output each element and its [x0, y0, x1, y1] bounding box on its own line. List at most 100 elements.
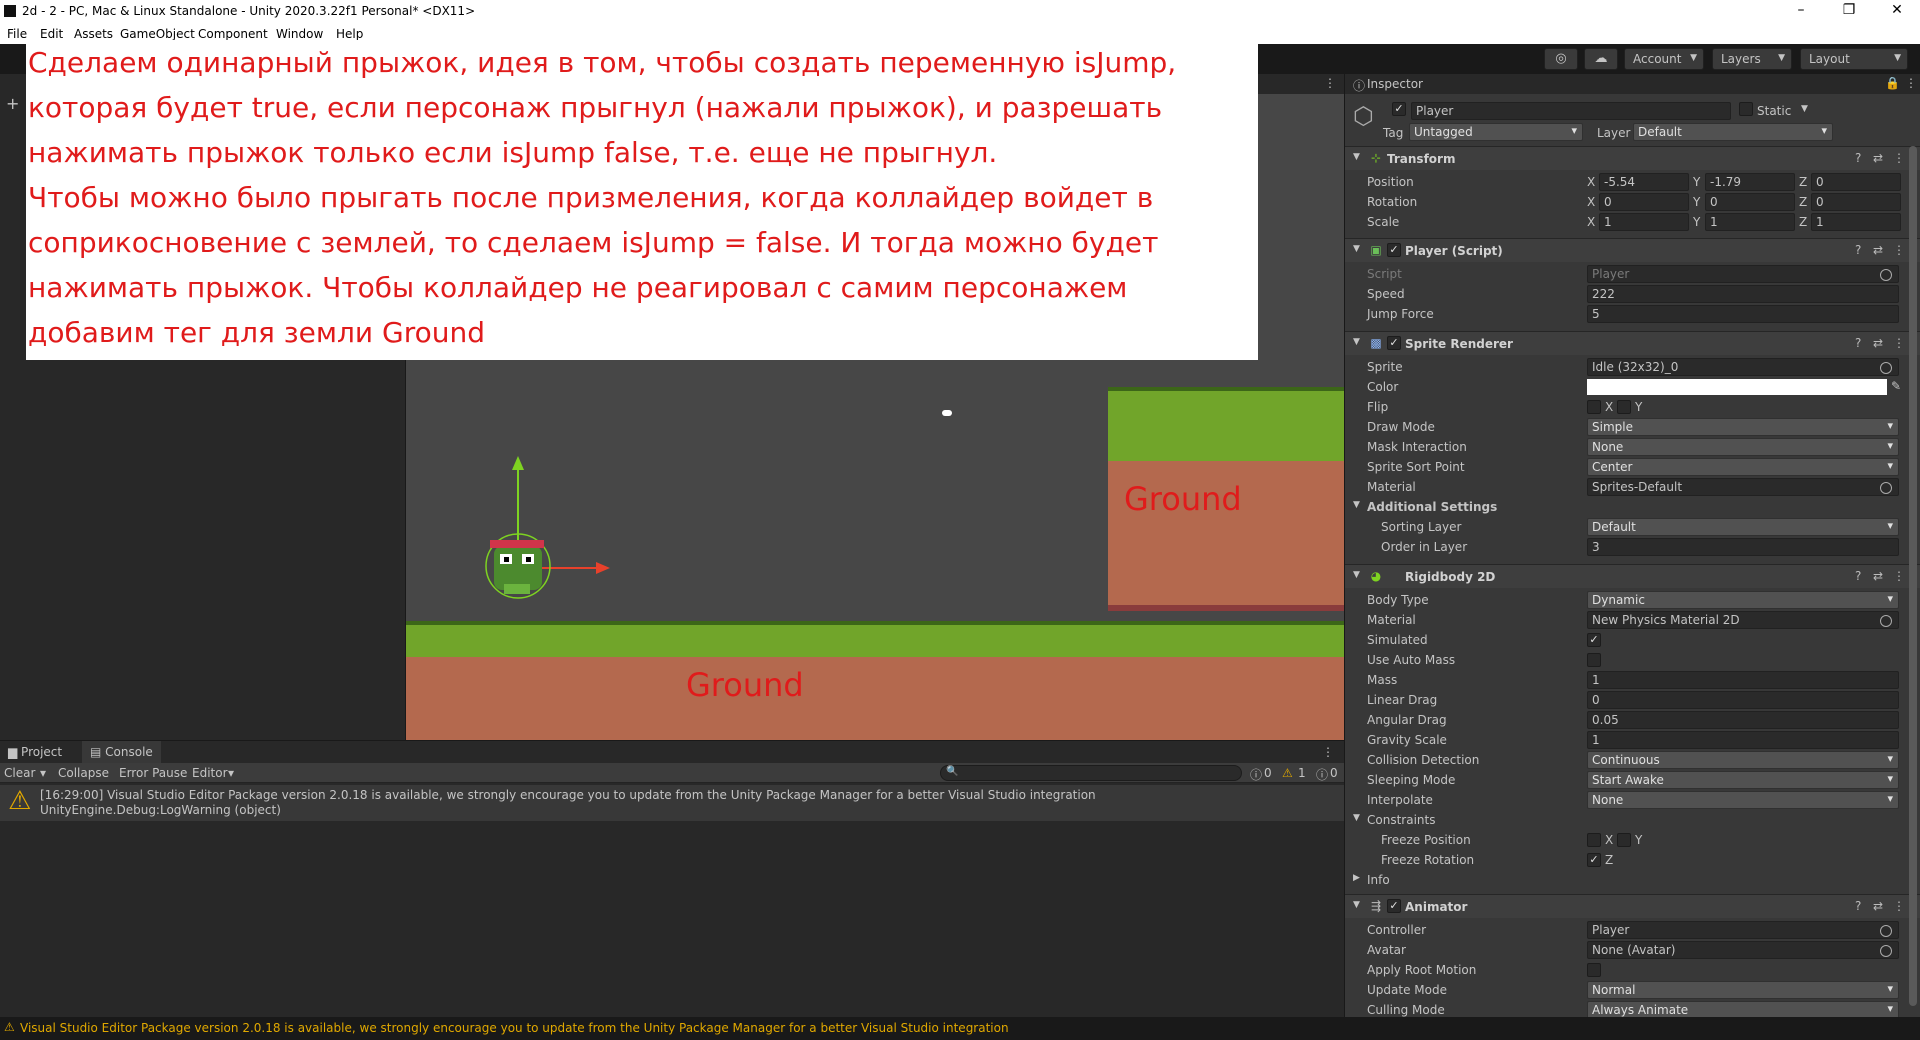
mass-field[interactable]: 1 [1587, 671, 1899, 689]
minimize-button[interactable]: – [1786, 2, 1816, 20]
object-picker-icon[interactable] [1880, 482, 1892, 494]
freeze-pos-y-checkbox[interactable] [1617, 833, 1631, 847]
position-z-field[interactable]: 0 [1811, 173, 1901, 191]
sort-point-dropdown[interactable]: Center [1587, 458, 1899, 476]
rotation-y-field[interactable]: 0 [1705, 193, 1795, 211]
object-picker-icon[interactable] [1880, 945, 1892, 957]
scale-y-field[interactable]: 1 [1705, 213, 1795, 231]
object-picker-icon[interactable] [1880, 362, 1892, 374]
component-menu-icon[interactable]: ⋮ [1893, 569, 1905, 583]
eyedropper-icon[interactable]: ✎ [1891, 379, 1901, 393]
color-swatch[interactable] [1587, 379, 1887, 395]
freeze-rot-z-checkbox[interactable]: ✓ [1587, 853, 1601, 867]
help-icon[interactable]: ? [1855, 151, 1861, 165]
clear-button[interactable]: Clear [4, 766, 35, 780]
component-menu-icon[interactable]: ⋮ [1893, 899, 1905, 913]
console-more-icon[interactable]: ⋮ [1322, 745, 1334, 759]
avatar-field[interactable]: None (Avatar) [1587, 941, 1899, 959]
sprite-renderer-header[interactable]: ▼ ▩ ✓ Sprite Renderer ? ⇄ ⋮ [1345, 331, 1920, 355]
inspector-more-icon[interactable]: ⋮ [1905, 76, 1917, 90]
constraints-row[interactable]: ▼ Constraints [1345, 810, 1905, 830]
script-header[interactable]: ▼ ▣ ✓ Player (Script) ? ⇄ ⋮ [1345, 238, 1920, 262]
flip-x-checkbox[interactable] [1587, 400, 1601, 414]
menu-gameobject[interactable]: GameObject [120, 27, 195, 41]
culling-dropdown[interactable]: Always Animate [1587, 1001, 1899, 1017]
transform-header[interactable]: ▼ ⊹ Transform ? ⇄ ⋮ [1345, 146, 1920, 170]
static-checkbox[interactable] [1739, 102, 1753, 116]
static-dropdown-icon[interactable]: ▼ [1801, 104, 1808, 114]
lock-icon[interactable]: 🔒 [1885, 76, 1900, 90]
sr-material-field[interactable]: Sprites-Default [1587, 478, 1899, 496]
collision-dropdown[interactable]: Continuous [1587, 751, 1899, 769]
menu-help[interactable]: Help [336, 27, 363, 41]
position-x-field[interactable]: -5.54 [1599, 173, 1689, 191]
info-count-icon[interactable]: ⓘ [1250, 766, 1262, 783]
object-name-field[interactable]: Player [1411, 102, 1731, 120]
object-picker-icon[interactable] [1880, 925, 1892, 937]
rotation-z-field[interactable]: 0 [1811, 193, 1901, 211]
additional-settings-row[interactable]: ▼ Additional Settings [1345, 497, 1905, 517]
simulated-checkbox[interactable]: ✓ [1587, 633, 1601, 647]
layout-dropdown[interactable]: Layout ▼ [1800, 48, 1908, 70]
expand-icon[interactable]: ▼ [1353, 570, 1360, 580]
tab-project[interactable]: ▆ Project [0, 741, 71, 763]
expand-icon[interactable]: ▼ [1353, 813, 1360, 823]
expand-icon[interactable]: ▼ [1353, 337, 1360, 347]
menu-assets[interactable]: Assets [74, 27, 113, 41]
component-menu-icon[interactable]: ⋮ [1893, 243, 1905, 257]
account-dropdown[interactable]: Account ▼ [1624, 48, 1704, 70]
collapse-icon[interactable]: ▶ [1353, 873, 1360, 883]
component-menu-icon[interactable]: ⋮ [1893, 336, 1905, 350]
help-icon[interactable]: ? [1855, 899, 1861, 913]
presets-icon[interactable]: ⇄ [1873, 899, 1883, 913]
expand-icon[interactable]: ▼ [1353, 244, 1360, 254]
expand-icon[interactable]: ▼ [1353, 500, 1360, 510]
editor-dropdown[interactable]: Editor [192, 766, 228, 780]
add-icon[interactable]: + [6, 94, 19, 113]
sprite-renderer-enabled-checkbox[interactable]: ✓ [1387, 336, 1401, 350]
presets-icon[interactable]: ⇄ [1873, 243, 1883, 257]
help-icon[interactable]: ? [1855, 569, 1861, 583]
status-bar[interactable]: ⚠ Visual Studio Editor Package version 2… [0, 1017, 1920, 1040]
root-motion-checkbox[interactable] [1587, 963, 1601, 977]
layer-dropdown[interactable]: Default [1633, 123, 1833, 141]
rigidbody-header[interactable]: ▼ ◕ Rigidbody 2D ? ⇄ ⋮ [1345, 564, 1920, 588]
menu-edit[interactable]: Edit [40, 27, 63, 41]
rotation-x-field[interactable]: 0 [1599, 193, 1689, 211]
warning-count-icon[interactable]: ⚠ [1282, 766, 1293, 780]
component-menu-icon[interactable]: ⋮ [1893, 151, 1905, 165]
more-icon[interactable]: ⋮ [1324, 76, 1336, 90]
controller-field[interactable]: Player [1587, 921, 1899, 939]
console-log-entry[interactable]: ⚠ [16:29:00] Visual Studio Editor Packag… [0, 785, 1344, 821]
maximize-button[interactable]: ❐ [1834, 2, 1864, 20]
draw-mode-dropdown[interactable]: Simple [1587, 418, 1899, 436]
auto-mass-checkbox[interactable] [1587, 653, 1601, 667]
body-type-dropdown[interactable]: Dynamic [1587, 591, 1899, 609]
flip-y-checkbox[interactable] [1617, 400, 1631, 414]
animator-header[interactable]: ▼ ⇶ ✓ Animator ? ⇄ ⋮ [1345, 894, 1920, 918]
sleeping-dropdown[interactable]: Start Awake [1587, 771, 1899, 789]
rb-material-field[interactable]: New Physics Material 2D [1587, 611, 1899, 629]
angular-drag-field[interactable]: 0.05 [1587, 711, 1899, 729]
help-icon[interactable]: ? [1855, 336, 1861, 350]
animator-enabled-checkbox[interactable]: ✓ [1387, 899, 1401, 913]
menu-component[interactable]: Component [198, 27, 268, 41]
tag-dropdown[interactable]: Untagged [1409, 123, 1583, 141]
player-sprite[interactable] [476, 454, 656, 614]
position-y-field[interactable]: -1.79 [1705, 173, 1795, 191]
close-button[interactable]: ✕ [1882, 2, 1912, 20]
error-count-icon[interactable]: ⓘ [1316, 766, 1328, 783]
gravity-field[interactable]: 1 [1587, 731, 1899, 749]
menu-window[interactable]: Window [276, 27, 323, 41]
scale-z-field[interactable]: 1 [1811, 213, 1901, 231]
console-search-input[interactable]: 🔍 [940, 765, 1242, 781]
menu-file[interactable]: File [7, 27, 27, 41]
freeze-pos-x-checkbox[interactable] [1587, 833, 1601, 847]
order-field[interactable]: 3 [1587, 538, 1899, 556]
info-row[interactable]: ▶ Info [1345, 870, 1905, 890]
error-pause-button[interactable]: Error Pause [119, 766, 187, 780]
linear-drag-field[interactable]: 0 [1587, 691, 1899, 709]
update-mode-dropdown[interactable]: Normal [1587, 981, 1899, 999]
cloud-icon[interactable]: ☁ [1584, 48, 1618, 70]
sprite-field[interactable]: Idle (32x32)_0 [1587, 358, 1899, 376]
